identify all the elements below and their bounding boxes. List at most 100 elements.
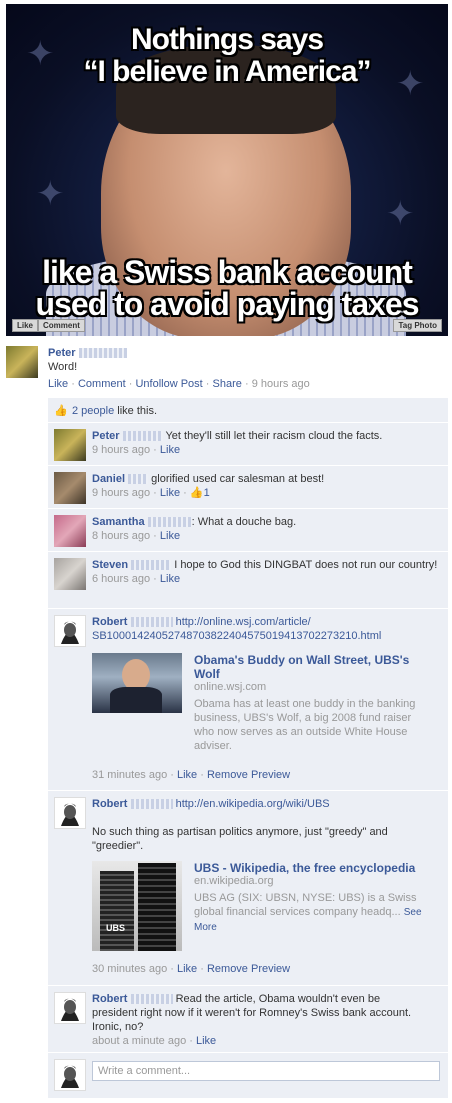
likes-text: like this. [114, 405, 158, 417]
comment-like-link[interactable]: Like [160, 530, 180, 542]
comment-like-link[interactable]: Like [160, 444, 180, 456]
link-preview: Obama's Buddy on Wall Street, UBS's Wolf… [194, 653, 424, 753]
photo-like-button[interactable]: Like [12, 319, 39, 332]
link-preview-description: UBS AG (SIX: UBSN, NYSE: UBS) is a Swiss… [194, 891, 434, 935]
avatar[interactable] [54, 515, 86, 547]
unfollow-post-link[interactable]: Unfollow Post [135, 378, 202, 390]
comment-link[interactable]: Comment [78, 378, 126, 390]
post-header: Peter Word! [48, 346, 448, 374]
redacted-surname [128, 474, 149, 485]
comment-author[interactable]: Samantha [92, 516, 145, 528]
comment-input[interactable]: Write a comment... [92, 1061, 440, 1081]
link-preview: UBS - Wikipedia, the free encyclopedia e… [194, 861, 434, 935]
comment-author[interactable]: Daniel [92, 473, 125, 485]
star-decoration: ✦ [386, 195, 415, 233]
avatar[interactable] [6, 346, 38, 378]
thumbs-up-icon: 👍 [189, 487, 204, 499]
separator: · [244, 378, 249, 390]
comment: Robert http://online.wsj.com/article/ SB… [48, 608, 448, 790]
comment-meta: 31 minutes ago · Like · Remove Preview [92, 769, 291, 781]
comment-text: I hope to God this DINGBAT does not run … [174, 559, 438, 571]
share-link[interactable]: Share [213, 378, 242, 390]
post-photo[interactable]: ✦ ✦ ✦ ✦ Nothings says “I believe in Amer… [6, 4, 448, 336]
comment-like-link[interactable]: Like [177, 769, 197, 781]
comment-text: : What a douche bag. [191, 516, 297, 528]
redacted-surname [130, 994, 173, 1005]
comment-meta: 30 minutes ago · Like · Remove Preview [92, 963, 291, 975]
comment-like-link[interactable]: Like [160, 487, 180, 499]
comment-author[interactable]: Robert [92, 616, 127, 628]
comment-author[interactable]: Peter [92, 430, 120, 442]
comment-timestamp: 9 hours ago [92, 487, 151, 499]
comment-body: Robert Read the article, Obama wouldn't … [92, 993, 412, 1047]
comment-body: Peter Yet they'll still let their racism… [92, 430, 383, 456]
comment-author[interactable]: Robert [92, 993, 127, 1005]
likers-link[interactable]: 2 people [72, 405, 114, 417]
caption-line: Nothings says [130, 23, 324, 56]
link-preview-title[interactable]: UBS - Wikipedia, the free encyclopedia [194, 861, 434, 875]
link-preview-source: online.wsj.com [194, 681, 267, 693]
comment-author[interactable]: Robert [92, 798, 127, 810]
link-preview-image[interactable]: UBS [92, 861, 182, 951]
photo-comment-button[interactable]: Comment [38, 319, 85, 332]
comment-like-count[interactable]: 1 [204, 487, 210, 499]
link-preview-title[interactable]: Obama's Buddy on Wall Street, UBS's Wolf [194, 653, 424, 681]
comment-timestamp: 8 hours ago [92, 530, 151, 542]
remove-preview-link[interactable]: Remove Preview [207, 769, 290, 781]
comment-body: Steven I hope to God this DINGBAT does n… [92, 559, 438, 585]
comment-like-link[interactable]: Like [160, 573, 180, 585]
thumbs-up-icon: 👍 [54, 405, 68, 417]
redacted-surname [130, 617, 173, 628]
comment-like-link[interactable]: Like [177, 963, 197, 975]
comments-box: 👍 2 people like this. Peter Yet they'll … [48, 398, 448, 1098]
separator: · [205, 378, 210, 390]
separator: · [71, 378, 75, 390]
post-actions: Like · Comment · Unfollow Post · Share ·… [48, 378, 310, 390]
comment-text: glorified used car salesman at best! [151, 473, 325, 485]
remove-preview-link[interactable]: Remove Preview [207, 963, 290, 975]
redacted-surname [130, 799, 173, 810]
like-link[interactable]: Like [48, 378, 68, 390]
portrait-icon [61, 803, 79, 826]
comment-timestamp: 9 hours ago [92, 444, 151, 456]
comment-body: Daniel glorified used car salesman at be… [92, 473, 325, 499]
photo-caption-top: Nothings says “I believe in America” [6, 24, 448, 88]
link-preview-image[interactable] [92, 653, 182, 713]
comment: Peter Yet they'll still let their racism… [48, 422, 448, 465]
comment-body: Robert http://online.wsj.com/article/ SB… [92, 615, 442, 643]
avatar[interactable] [54, 615, 86, 647]
redacted-surname [131, 560, 172, 571]
avatar[interactable] [54, 472, 86, 504]
comment: Steven I hope to God this DINGBAT does n… [48, 551, 448, 608]
avatar[interactable] [54, 992, 86, 1024]
comment-link-url[interactable]: http://en.wikipedia.org/wiki/UBS [176, 798, 330, 810]
star-decoration: ✦ [36, 175, 65, 213]
post-author[interactable]: Peter [48, 347, 76, 359]
comment-body: Robert http://en.wikipedia.org/wiki/UBS [92, 797, 442, 811]
caption-line: used to avoid paying taxes [35, 286, 420, 322]
portrait-icon [61, 998, 79, 1021]
redacted-surname [122, 431, 163, 442]
comment-link-url[interactable]: SB10001424052748703822404575019413702273… [92, 630, 381, 642]
avatar[interactable] [54, 797, 86, 829]
comment-timestamp: 31 minutes ago [92, 769, 168, 781]
avatar[interactable] [54, 429, 86, 461]
comment-text: Yet they'll still let their racism cloud… [165, 430, 383, 442]
comment-timestamp: about a minute ago [92, 1035, 187, 1047]
post-message: Word! [48, 361, 78, 373]
avatar[interactable] [54, 558, 86, 590]
tag-photo-button[interactable]: Tag Photo [393, 319, 442, 332]
comment-link-url[interactable]: http://online.wsj.com/article/ [176, 616, 311, 628]
comment-body: Samantha : What a douche bag. 8 hours ag… [92, 516, 297, 542]
comment: Daniel glorified used car salesman at be… [48, 465, 448, 508]
comment-author[interactable]: Steven [92, 559, 128, 571]
comment-text: No such thing as partisan politics anymo… [92, 826, 388, 852]
comment: Samantha : What a douche bag. 8 hours ag… [48, 508, 448, 551]
comment: Robert Read the article, Obama wouldn't … [48, 985, 448, 1052]
photo-caption-bottom: like a Swiss bank account used to avoid … [6, 256, 448, 320]
comment-like-link[interactable]: Like [196, 1035, 216, 1047]
comment-timestamp: 6 hours ago [92, 573, 151, 585]
redacted-surname [147, 517, 192, 528]
redacted-surname [78, 348, 127, 359]
link-preview-source: en.wikipedia.org [194, 875, 274, 887]
